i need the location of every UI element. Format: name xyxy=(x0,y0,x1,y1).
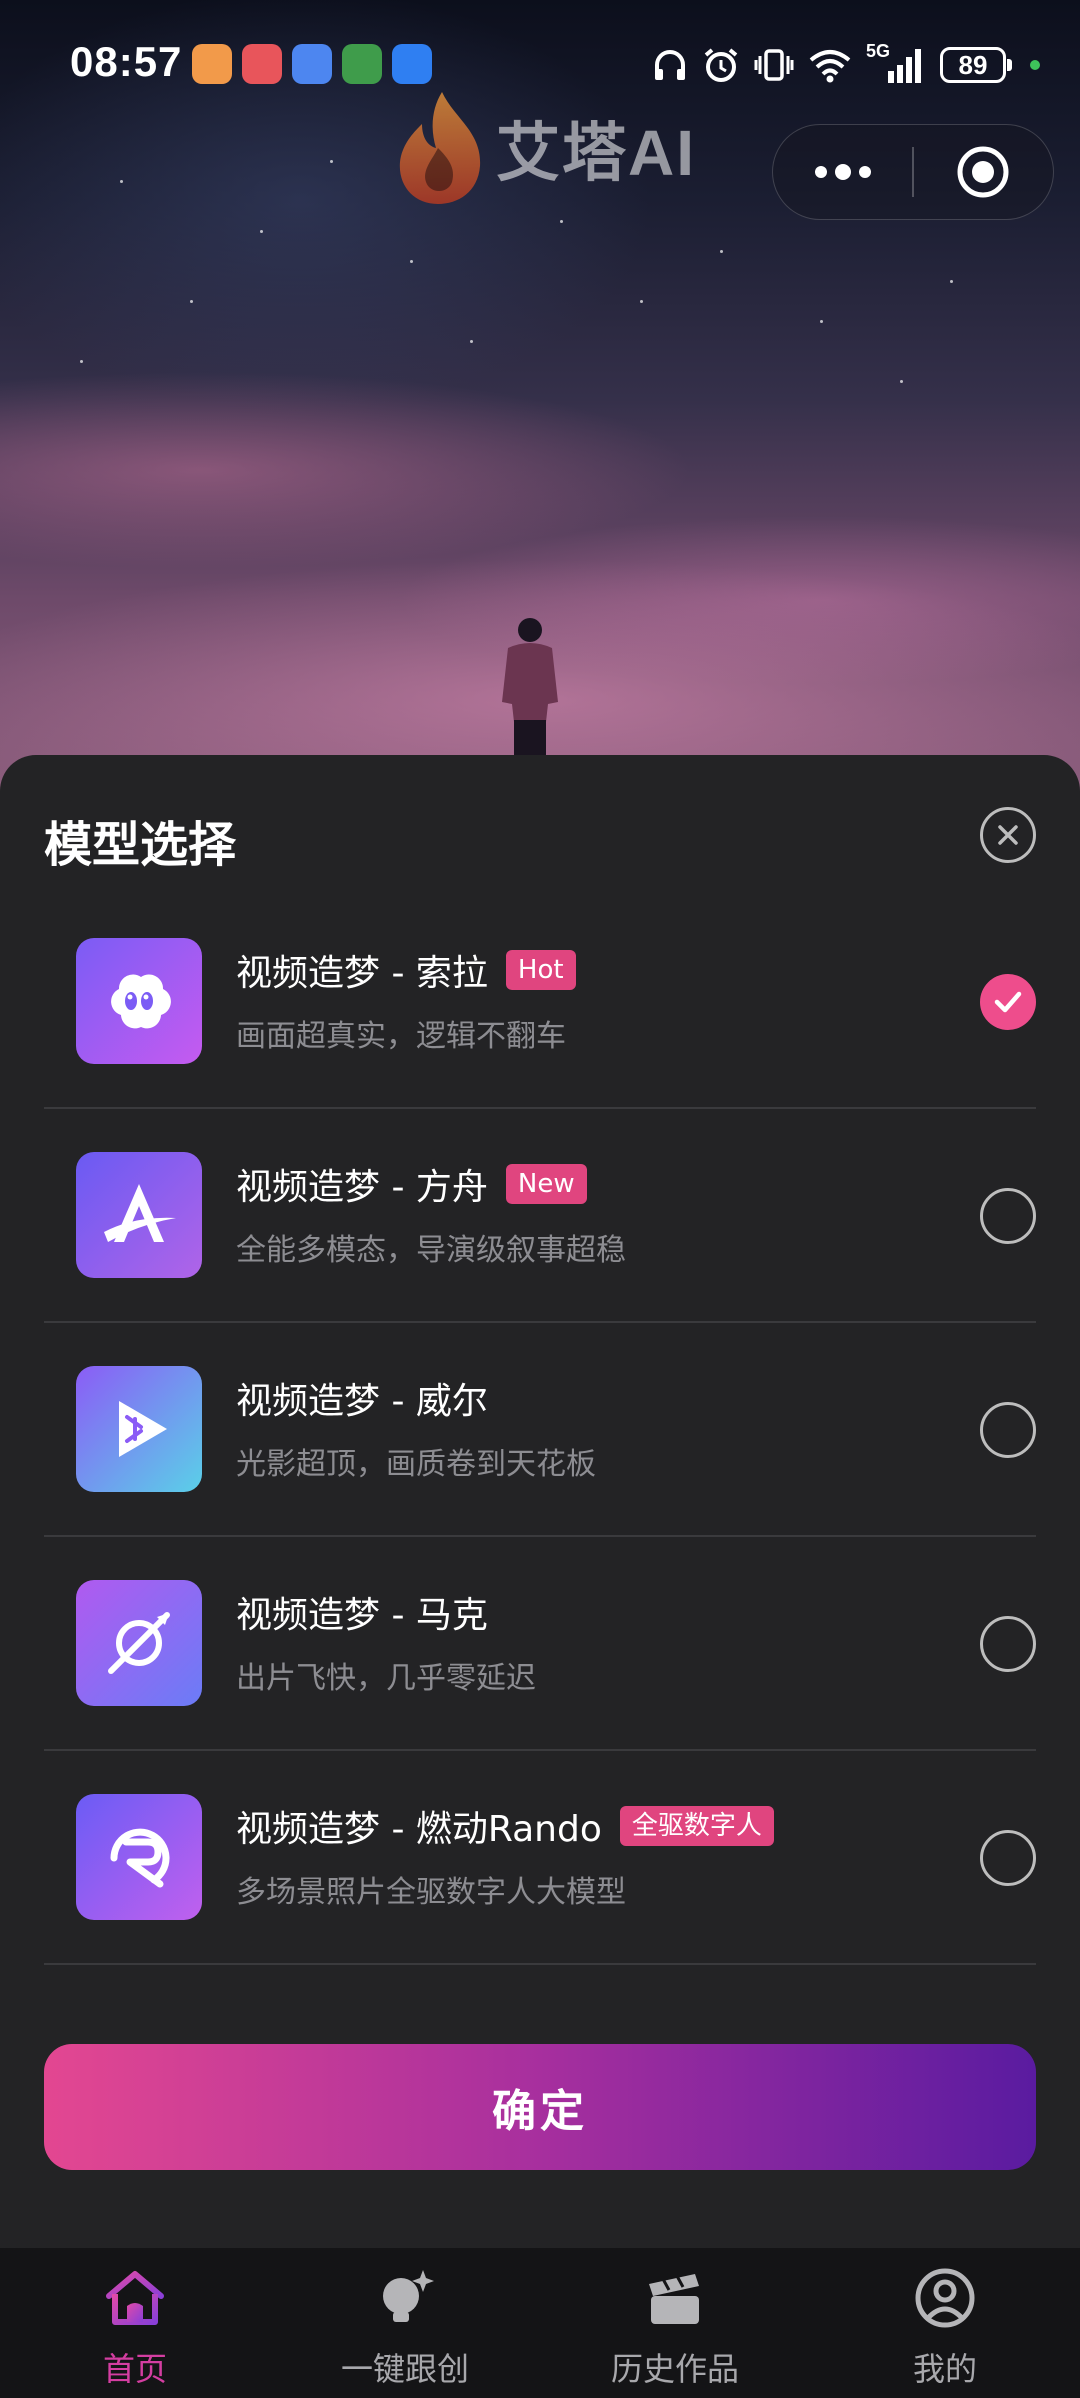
tab-label: 我的 xyxy=(912,2350,977,2388)
app-notification-icon-blue xyxy=(292,44,332,84)
user-circle-icon xyxy=(915,2268,975,2328)
status-indicators: 5G 89 xyxy=(652,40,1040,90)
model-option-rando[interactable]: 视频造梦 - 燃动Rando 全驱数字人 多场景照片全驱数字人大模型 xyxy=(44,1751,1036,1965)
model-select-sheet: 模型选择 视频造梦 - 索拉 Hot 画面超真实，逻辑不翻车 视频造梦 - 方舟… xyxy=(0,755,1080,2248)
sheet-title: 模型选择 xyxy=(44,817,237,873)
privacy-dot-indicator xyxy=(1030,60,1040,70)
radio-unselected[interactable] xyxy=(980,1830,1036,1886)
model-option-fangzhou[interactable]: 视频造梦 - 方舟 New 全能多模态，导演级叙事超稳 xyxy=(44,1109,1036,1323)
tab-home[interactable]: 首页 xyxy=(0,2248,270,2398)
battery-indicator: 89 xyxy=(940,47,1012,83)
more-menu-button[interactable] xyxy=(773,124,912,220)
orbit-slash-icon xyxy=(76,1580,202,1706)
close-miniprogram-button[interactable] xyxy=(914,124,1053,220)
bulb-sparkle-icon xyxy=(383,2270,434,2322)
tab-one-click-create[interactable]: 一键跟创 xyxy=(270,2248,540,2398)
screen: 08:57 5G 89 艾塔AI 模型选择 视频造梦 - 索拉 Hot 画面超真… xyxy=(0,0,1080,2398)
model-option-weier[interactable]: 视频造梦 - 威尔 光影超顶，画质卷到天花板 xyxy=(44,1323,1036,1537)
brand-logo: 艾塔AI xyxy=(392,88,696,208)
model-option-make[interactable]: 视频造梦 - 马克 出片飞快，几乎零延迟 xyxy=(44,1537,1036,1751)
model-description: 多场景照片全驱数字人大模型 xyxy=(236,1875,626,1910)
vibrate-icon xyxy=(754,49,794,81)
app-notification-icon-red xyxy=(242,44,282,84)
bottom-tab-bar: 首页 一键跟创 历史作品 我的 xyxy=(0,2248,1080,2398)
target-circle-icon xyxy=(957,146,1009,198)
miniprogram-capsule xyxy=(772,124,1054,220)
person-silhouette xyxy=(502,618,558,762)
radio-selected[interactable] xyxy=(980,974,1036,1030)
confirm-button[interactable]: 确定 xyxy=(44,2044,1036,2170)
tab-label: 一键跟创 xyxy=(340,2350,469,2388)
close-sheet-button[interactable] xyxy=(980,807,1036,863)
hot-badge: Hot xyxy=(505,950,576,990)
radio-unselected[interactable] xyxy=(980,1188,1036,1244)
cloud-face-icon xyxy=(76,938,202,1064)
checkmark-icon xyxy=(994,991,1022,1013)
tab-label: 首页 xyxy=(102,2350,167,2388)
play-puzzle-icon xyxy=(76,1366,202,1492)
letter-r-swirl-icon xyxy=(76,1794,202,1920)
tab-history-works[interactable]: 历史作品 xyxy=(540,2248,810,2398)
model-name: 视频造梦 - 威尔 xyxy=(236,1381,488,1422)
new-badge: New xyxy=(505,1164,587,1204)
home-icon xyxy=(106,2271,164,2325)
clapperboard-icon xyxy=(649,2274,699,2324)
model-description: 光影超顶，画质卷到天花板 xyxy=(236,1447,596,1482)
model-description: 画面超真实，逻辑不翻车 xyxy=(236,1019,566,1054)
flame-logo-icon xyxy=(399,92,481,204)
status-time: 08:57 xyxy=(70,38,183,85)
app-notification-icon-lightblue xyxy=(392,44,432,84)
tab-label: 历史作品 xyxy=(610,2350,739,2388)
model-description: 出片飞快，几乎零延迟 xyxy=(236,1661,536,1696)
headphones-icon xyxy=(655,50,685,80)
cellular-signal-icon: 5G xyxy=(866,41,926,85)
tab-profile[interactable]: 我的 xyxy=(810,2248,1080,2398)
model-description: 全能多模态，导演级叙事超稳 xyxy=(236,1233,626,1268)
model-name: 视频造梦 - 马克 xyxy=(236,1595,488,1636)
letter-a-swoosh-icon xyxy=(76,1152,202,1278)
alarm-icon xyxy=(704,48,738,82)
model-option-sola[interactable]: 视频造梦 - 索拉 Hot 画面超真实，逻辑不翻车 xyxy=(44,895,1036,1109)
more-dots-icon xyxy=(814,164,871,180)
app-notification-icon-orange xyxy=(192,44,232,84)
model-name: 视频造梦 - 燃动Rando xyxy=(236,1809,602,1850)
model-list: 视频造梦 - 索拉 Hot 画面超真实，逻辑不翻车 视频造梦 - 方舟 New … xyxy=(44,895,1036,1965)
close-icon xyxy=(998,825,1018,845)
digital-human-badge: 全驱数字人 xyxy=(619,1806,774,1846)
app-notification-icon-green xyxy=(342,44,382,84)
radio-unselected[interactable] xyxy=(980,1616,1036,1672)
model-name: 视频造梦 - 方舟 xyxy=(236,1167,488,1208)
wifi-icon xyxy=(809,50,851,83)
model-name: 视频造梦 - 索拉 xyxy=(236,953,488,994)
radio-unselected[interactable] xyxy=(980,1402,1036,1458)
brand-name: 艾塔AI xyxy=(496,117,696,189)
